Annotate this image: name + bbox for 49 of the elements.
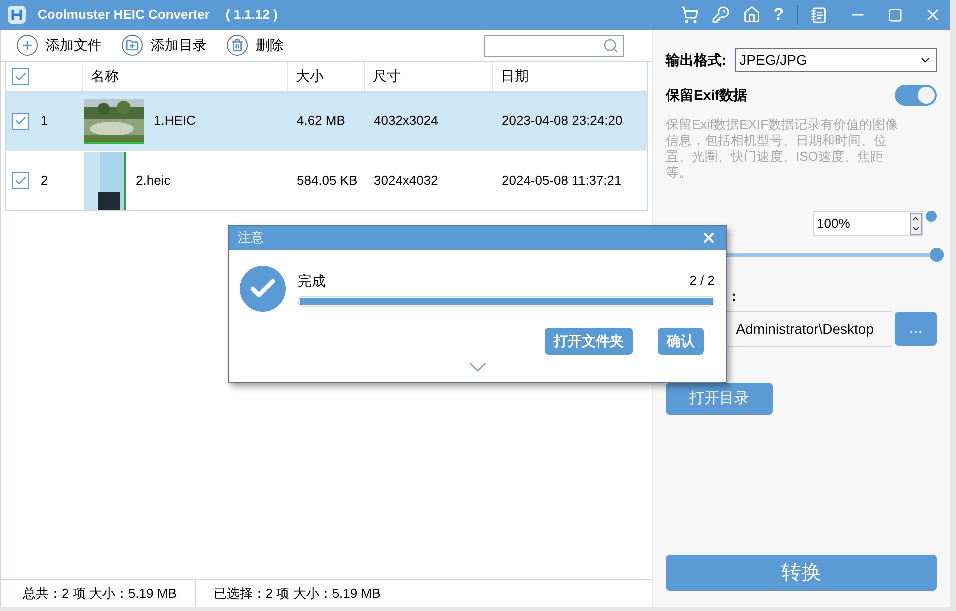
column-header[interactable]: 名称	[91, 66, 119, 87]
info-icon	[926, 211, 937, 222]
add-file-icon	[17, 35, 38, 56]
column-header[interactable]: 大小	[296, 66, 324, 87]
row-number: 1	[41, 112, 48, 130]
file-date: 2023-04-08 23:24:20	[501, 112, 624, 130]
search-icon	[603, 38, 619, 54]
file-size: 4.62 MB	[296, 112, 346, 130]
maximize-icon[interactable]	[888, 8, 903, 22]
feedback-icon[interactable]	[811, 6, 828, 24]
quality-field[interactable]: 100%	[813, 211, 923, 236]
output-label: :	[732, 287, 737, 306]
slider-thumb[interactable]	[930, 248, 944, 262]
key-icon[interactable]	[712, 6, 730, 24]
progress-count: 2 / 2	[690, 272, 715, 290]
format-label: 输出格式:	[666, 50, 727, 70]
toolbar-button[interactable]: 删除	[227, 35, 284, 56]
image-dimensions: 3024x4032	[373, 172, 440, 190]
table-row[interactable]: 1 1.HEIC 4.62 MB 4032x3024 2023-04-08 23:24:20	[6, 92, 647, 151]
checkbox[interactable]	[12, 68, 29, 85]
checkbox[interactable]	[12, 172, 29, 189]
column-header[interactable]: 日期	[501, 66, 529, 87]
exif-toggle[interactable]	[895, 85, 937, 106]
file-name: 2.heic	[136, 172, 171, 190]
status-text: 总共：2 项 大小：5.19 MB	[22, 584, 178, 603]
file-name: 1.HEIC	[154, 112, 196, 130]
cart-icon[interactable]	[680, 6, 699, 24]
file-size: 584.05 KB	[296, 172, 359, 190]
version-label: ( 1.1.12 )	[226, 6, 278, 24]
format-dropdown[interactable]: JPEG/JPG	[734, 48, 937, 72]
exif-description: 保留Exif数据EXIF数据记录有价值的图像信息，包括相机型号、日期和时间、位置、光圈、快门速度、ISO速度、焦距等。	[666, 117, 900, 181]
file-date: 2024-05-08 11:37:21	[501, 172, 623, 190]
window-title: Coolmuster HEIC Converter	[38, 6, 210, 24]
row-number: 2	[41, 172, 48, 190]
add-folder-icon	[122, 35, 143, 56]
dialog-title: 注意	[238, 229, 265, 248]
checkbox[interactable]	[12, 112, 29, 130]
app-logo-icon	[8, 6, 26, 24]
column-header[interactable]: 尺寸	[373, 66, 401, 87]
status-text: 完成	[298, 272, 326, 292]
search-field[interactable]	[484, 34, 624, 56]
toolbar-button[interactable]: 添加目录	[122, 35, 207, 56]
trash-icon	[227, 35, 248, 56]
check-icon	[240, 266, 286, 312]
status-text: 已选择：2 项 大小：5.19 MB	[194, 580, 399, 607]
home-icon[interactable]	[742, 6, 761, 24]
exif-label: 保留Exif数据	[666, 86, 749, 105]
toolbar-button[interactable]: 添加文件	[17, 35, 102, 56]
image-dimensions: 4032x3024	[373, 112, 440, 130]
